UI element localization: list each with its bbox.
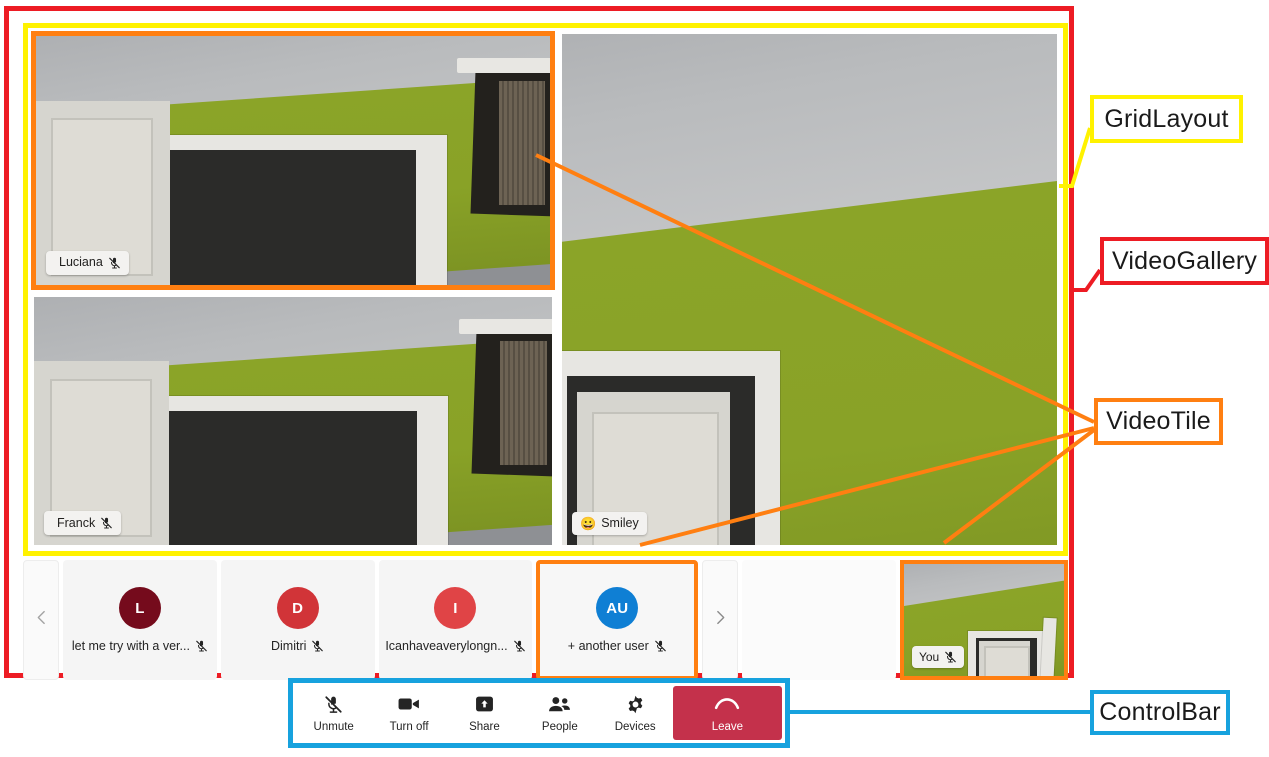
share-label: Share	[469, 721, 500, 733]
scroll-left-button[interactable]	[23, 560, 59, 680]
annotation-label-gridlayout: GridLayout	[1090, 95, 1243, 143]
avatar: AU	[596, 587, 639, 629]
microphone-off-icon	[944, 650, 957, 664]
avatar: I	[434, 587, 477, 629]
overflow-participant-strip: L let me try with a ver... D Dimitri I I…	[23, 560, 1068, 680]
tile-emoji: 😀	[580, 516, 597, 531]
participant-chip-empty	[742, 560, 896, 680]
devices-button[interactable]: Devices	[597, 686, 673, 740]
microphone-off-icon	[195, 639, 208, 653]
microphone-off-icon	[324, 693, 343, 715]
avatar-initials: AU	[606, 599, 629, 617]
tile-name-label: Smiley	[601, 516, 639, 531]
people-button[interactable]: People	[522, 686, 598, 740]
video-tile-self[interactable]: You	[899, 560, 1068, 680]
avatar-initials: I	[453, 599, 458, 617]
microphone-off-icon	[513, 639, 526, 653]
annotation-text: GridLayout	[1104, 104, 1229, 133]
devices-label: Devices	[614, 721, 656, 733]
participant-label: Icanhaveaverylongn...	[385, 639, 525, 653]
participant-name: let me try with a ver...	[71, 639, 190, 653]
share-screen-icon	[475, 693, 494, 715]
annotation-label-videogallery: VideoGallery	[1100, 237, 1269, 285]
self-name-badge: You	[911, 646, 965, 668]
microphone-off-icon	[654, 639, 667, 653]
people-icon	[548, 693, 571, 715]
participant-chip-2[interactable]: I Icanhaveaverylongn...	[378, 560, 533, 680]
annotation-text: ControlBar	[1099, 698, 1221, 726]
tile-name-badge: Luciana	[46, 250, 129, 275]
grid-layout: Luciana Franck 😀 Smiley	[23, 23, 1068, 556]
chevron-left-icon	[33, 609, 50, 631]
avatar-initials: L	[135, 599, 145, 617]
camera-icon	[398, 693, 420, 715]
scroll-right-button[interactable]	[702, 560, 739, 680]
unmute-label: Unmute	[313, 721, 354, 733]
participant-chip-3[interactable]: AU + another user	[536, 560, 699, 680]
leave-label: Leave	[711, 721, 744, 733]
participant-name: + another user	[567, 639, 649, 653]
video-stream	[34, 296, 552, 545]
participant-chip-1[interactable]: D Dimitri	[220, 560, 375, 680]
turn-off-camera-button[interactable]: Turn off	[371, 686, 447, 740]
video-stream	[562, 34, 1057, 545]
microphone-off-icon	[108, 256, 121, 270]
chevron-right-icon	[712, 609, 729, 631]
annotation-text: VideoTile	[1106, 407, 1211, 435]
avatar: L	[118, 587, 161, 629]
annotation-text: VideoGallery	[1111, 246, 1258, 275]
participant-label: Dimitri	[271, 639, 324, 653]
participant-name: Icanhaveaverylongn...	[385, 639, 508, 653]
microphone-off-icon	[311, 639, 324, 653]
self-name-label: You	[918, 650, 940, 664]
end-call-icon	[714, 693, 740, 715]
video-tile-luciana[interactable]: Luciana	[31, 31, 555, 290]
video-tile-smiley[interactable]: 😀 Smiley	[559, 31, 1060, 548]
gear-icon	[626, 693, 645, 715]
tile-name-label: Franck	[57, 515, 96, 530]
video-gallery: Luciana Franck 😀 Smiley L let me try wit…	[4, 6, 1074, 680]
turn-off-label: Turn off	[389, 721, 429, 733]
participant-chip-0[interactable]: L let me try with a ver...	[63, 560, 217, 680]
control-bar: Unmute Turn off Share People Devices Lea…	[288, 678, 790, 748]
share-screen-button[interactable]: Share	[446, 686, 523, 740]
people-label: People	[541, 721, 578, 733]
microphone-off-icon	[100, 516, 113, 530]
avatar: D	[276, 587, 319, 629]
participant-name: Dimitri	[270, 639, 307, 653]
video-stream	[36, 36, 550, 285]
leave-call-button[interactable]: Leave	[672, 686, 782, 740]
tile-name-label: Luciana	[59, 255, 103, 270]
tile-name-badge: Franck	[44, 511, 122, 535]
annotation-label-controlbar: ControlBar	[1090, 690, 1230, 735]
participant-label: + another user	[568, 639, 667, 653]
unmute-button[interactable]: Unmute	[296, 686, 372, 740]
avatar-initials: D	[292, 599, 304, 617]
video-tile-franck[interactable]: Franck	[31, 293, 555, 548]
annotated-screenshot: Luciana Franck 😀 Smiley L let me try wit…	[0, 0, 1269, 757]
annotation-label-videotile: VideoTile	[1094, 398, 1223, 445]
participant-label: let me try with a ver...	[72, 639, 208, 653]
tile-name-badge: 😀 Smiley	[572, 512, 647, 535]
